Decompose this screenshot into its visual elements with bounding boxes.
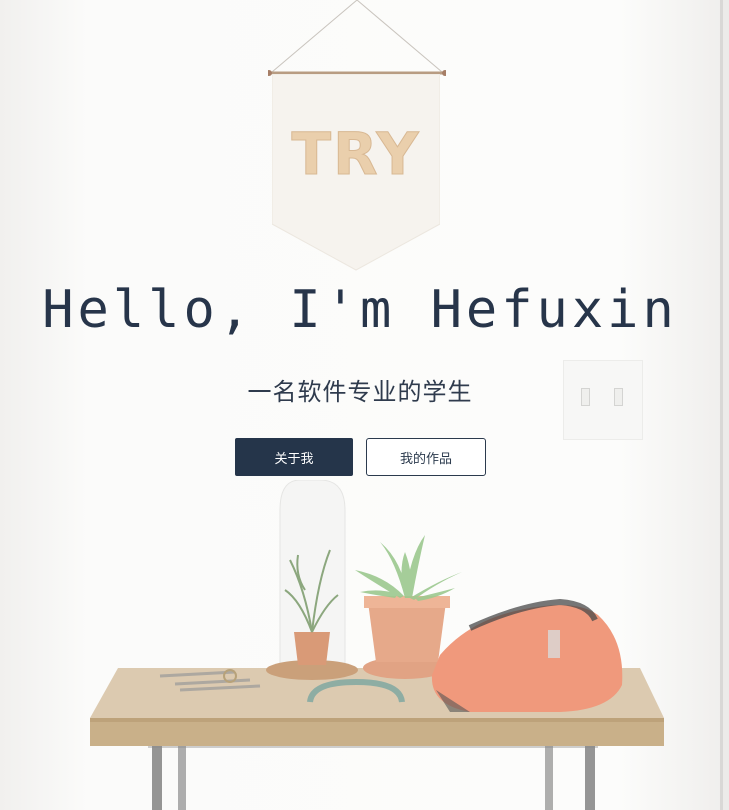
my-works-button[interactable]: 我的作品 (366, 438, 486, 476)
hero-subtitle: 一名软件专业的学生 (247, 378, 473, 406)
hero-headline: Hello, I'm Hefuxin (42, 280, 678, 340)
pennant-string (268, 0, 446, 76)
hero-section: TRY Hello, I'm Hefuxin 一名软件专业的学生 关于我 我的作… (0, 0, 729, 810)
about-me-button[interactable]: 关于我 (235, 438, 353, 476)
table-scene-illustration (90, 480, 664, 810)
pennant-text: TRY (291, 120, 421, 189)
